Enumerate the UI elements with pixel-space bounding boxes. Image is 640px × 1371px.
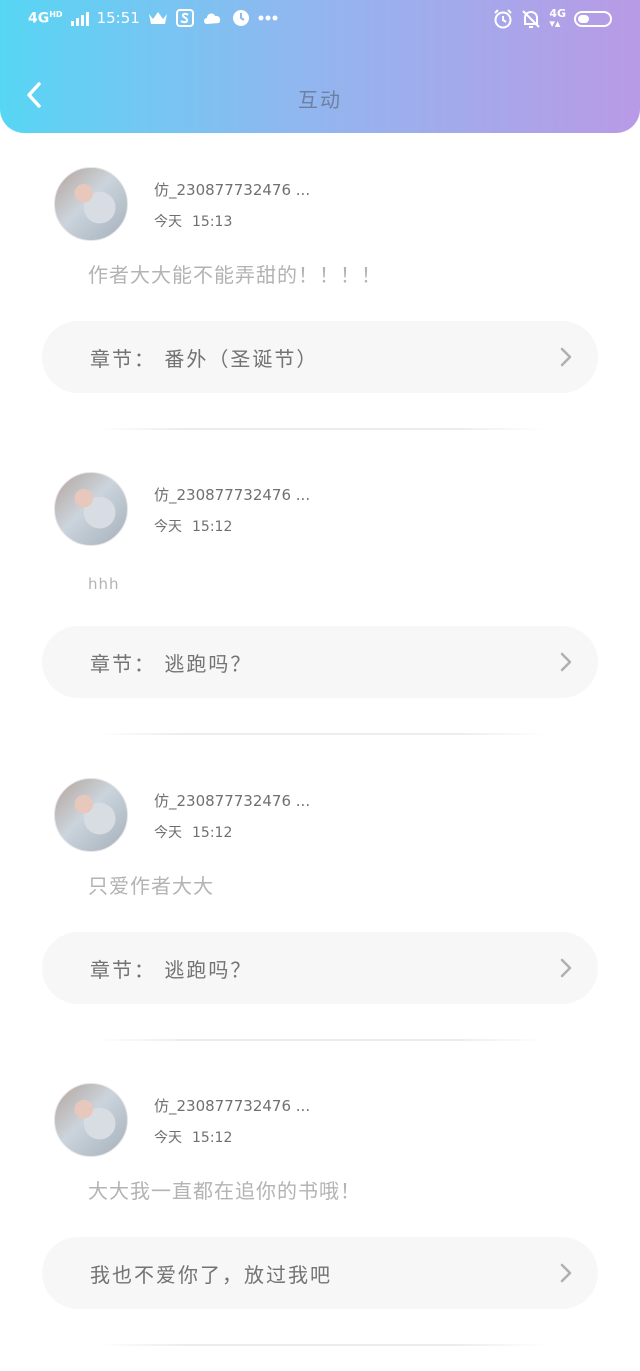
avatar[interactable] — [54, 167, 128, 241]
page-title: 互动 — [298, 88, 342, 112]
divider — [96, 1344, 546, 1346]
chapter-link[interactable]: 我也不爱你了，放过我吧 — [42, 1237, 598, 1309]
comment-item: 仿_230877732476 ... 今天 15:13 作者大大能不能弄甜的！！！… — [0, 150, 640, 455]
alarm-icon — [494, 9, 513, 29]
comment-text: hhh — [88, 575, 120, 593]
chapter-link[interactable]: 章节： 番外（圣诞节） — [42, 321, 598, 393]
s-app-icon — [175, 9, 194, 27]
divider — [96, 1039, 546, 1041]
comment-item: 仿_230877732476 ... 今天 15:12 只爱作者大大 章节： 逃跑… — [0, 761, 640, 1066]
battery-level — [578, 15, 589, 23]
chevron-right-icon — [560, 347, 572, 367]
date-label: 今天 — [154, 519, 182, 535]
comment-time: 15:12 — [192, 519, 233, 535]
cloud-icon — [203, 13, 221, 24]
chevron-right-icon — [560, 958, 572, 978]
signal-icon — [70, 10, 89, 26]
avatar[interactable] — [54, 472, 128, 546]
date-label: 今天 — [154, 825, 182, 841]
username[interactable]: 仿_230877732476 ... — [154, 1095, 310, 1116]
chapter-link[interactable]: 章节： 逃跑吗？ — [42, 626, 598, 698]
more-dots-icon — [258, 15, 278, 21]
status-bar: 4GHD 15:51 4G ▾▴ — [0, 0, 640, 44]
bell-off-icon — [522, 10, 541, 28]
chapter-link[interactable]: 章节： 逃跑吗？ — [42, 932, 598, 1004]
status-bar-right: 4G ▾▴ — [493, 7, 612, 30]
comment-text: 只爱作者大大 — [88, 874, 214, 898]
comment-date: 今天 15:12 — [154, 822, 232, 842]
network-right-indicator: 4G ▾▴ — [549, 7, 566, 30]
chapter-label: 章节： 逃跑吗？ — [90, 958, 253, 982]
comment-time: 15:12 — [192, 825, 233, 841]
username[interactable]: 仿_230877732476 ... — [154, 179, 310, 200]
status-bar-left: 4GHD 15:51 — [28, 9, 278, 27]
clock-time: 15:51 — [96, 9, 140, 27]
comment-item: 仿_230877732476 ... 今天 15:12 大大我一直都在追你的书哦！… — [0, 1066, 640, 1371]
date-label: 今天 — [154, 1130, 182, 1146]
divider — [96, 428, 546, 430]
chapter-label: 章节： 番外（圣诞节） — [90, 347, 319, 371]
comment-date: 今天 15:13 — [154, 211, 232, 231]
battery-icon — [574, 11, 612, 27]
divider — [96, 733, 546, 735]
chevron-right-icon — [560, 1263, 572, 1283]
network-indicator: 4GHD — [28, 9, 63, 27]
comment-text: 大大我一直都在追你的书哦！ — [88, 1179, 361, 1203]
header-bar: 4GHD 15:51 4G ▾▴ 互动 — [0, 0, 640, 133]
chapter-label: 我也不爱你了，放过我吧 — [90, 1263, 332, 1287]
chapter-label: 章节： 逃跑吗？ — [90, 652, 253, 676]
crown-icon — [148, 12, 167, 24]
chevron-right-icon — [560, 652, 572, 672]
username[interactable]: 仿_230877732476 ... — [154, 484, 310, 505]
comment-date: 今天 15:12 — [154, 1127, 232, 1147]
date-label: 今天 — [154, 214, 182, 230]
comment-text: 作者大大能不能弄甜的！！！！ — [88, 263, 382, 287]
comment-date: 今天 15:12 — [154, 516, 232, 536]
comment-item: 仿_230877732476 ... 今天 15:12 hhh 章节： 逃跑吗？ — [0, 455, 640, 760]
avatar[interactable] — [54, 1083, 128, 1157]
comment-time: 15:13 — [192, 214, 233, 230]
username[interactable]: 仿_230877732476 ... — [154, 790, 310, 811]
avatar[interactable] — [54, 778, 128, 852]
comment-time: 15:12 — [192, 1130, 233, 1146]
clock-icon — [232, 10, 249, 26]
